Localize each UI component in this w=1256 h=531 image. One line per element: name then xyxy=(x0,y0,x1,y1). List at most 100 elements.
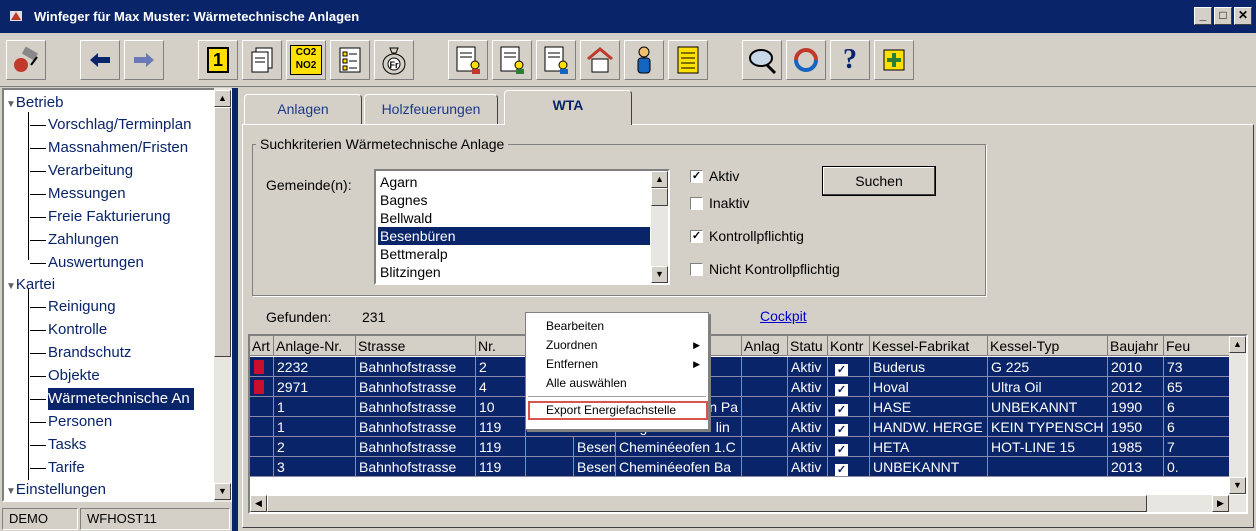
tree-item-objekte[interactable]: Objekte xyxy=(30,365,100,387)
list-item[interactable]: Bettmeralp xyxy=(378,245,650,263)
column-header-kontr[interactable]: Kontr xyxy=(828,336,870,356)
notes-icon[interactable] xyxy=(668,40,708,80)
checkbox-kontrollpflichtig[interactable]: ✓ Kontrollpflichtig xyxy=(690,228,804,244)
column-header-nr[interactable]: Nr. xyxy=(476,336,526,356)
tree-group-betrieb[interactable]: ▼Betrieb xyxy=(6,92,63,114)
close-button[interactable]: ✕ xyxy=(1234,7,1252,25)
list-item-selected[interactable]: Besenbüren xyxy=(378,227,650,245)
column-header-feu[interactable]: Feu xyxy=(1164,336,1234,356)
scroll-up-icon[interactable]: ▲ xyxy=(214,90,231,107)
money-bag-icon[interactable]: Fr xyxy=(374,40,414,80)
scroll-down-icon[interactable]: ▼ xyxy=(1229,477,1246,494)
found-label: Gefunden: xyxy=(266,309,332,325)
tree-group-kartei[interactable]: ▼Kartei xyxy=(6,274,55,296)
co2-no2-icon[interactable]: CO2 NO2 xyxy=(286,40,326,80)
column-header-baujahr[interactable]: Baujahr xyxy=(1108,336,1164,356)
checkbox-nicht-kontrollpflichtig[interactable]: Nicht Kontrollpflichtig xyxy=(690,261,840,277)
scroll-down-icon[interactable]: ▼ xyxy=(651,266,668,283)
house-icon[interactable] xyxy=(580,40,620,80)
menu-item-zuordnen[interactable]: Zuordnen ▶ xyxy=(526,336,708,355)
add-icon[interactable] xyxy=(874,40,914,80)
tree-item-freie-fakturierung[interactable]: Freie Fakturierung xyxy=(30,206,171,228)
column-header-art[interactable]: Art xyxy=(250,336,274,356)
column-header-status[interactable]: Statu xyxy=(788,336,828,356)
app-logo-icon[interactable] xyxy=(6,40,46,80)
column-header-anlag[interactable]: Anlag xyxy=(742,336,788,356)
submenu-arrow-icon: ▶ xyxy=(693,340,700,350)
tree-item-tasks[interactable]: Tasks xyxy=(30,434,86,456)
tab-wta[interactable]: WTA xyxy=(504,90,632,125)
search-button[interactable]: Suchen xyxy=(822,166,936,196)
tree-item-messungen[interactable]: Messungen xyxy=(30,183,126,205)
tree-item-reinigung[interactable]: Reinigung xyxy=(30,296,116,318)
menu-item-export-energiefachstelle[interactable]: Export Energiefachstelle xyxy=(528,401,708,420)
checkbox-aktiv[interactable]: ✓ Aktiv xyxy=(690,168,739,184)
number-one-icon[interactable]: 1 xyxy=(198,40,238,80)
person-icon[interactable] xyxy=(624,40,664,80)
table-row[interactable]: 2 Bahnhofstrasse 119 Besen Cheminéeofen … xyxy=(250,437,1240,457)
maximize-button[interactable]: □ xyxy=(1214,7,1232,25)
list-item[interactable]: Blitzingen xyxy=(378,263,650,281)
list-item[interactable]: Bellwald xyxy=(378,209,650,227)
red-status-icon xyxy=(254,380,264,394)
forward-arrow-icon[interactable] xyxy=(124,40,164,80)
scroll-thumb[interactable] xyxy=(651,188,668,206)
documents-icon[interactable] xyxy=(242,40,282,80)
kontroll-check-icon: ✓ xyxy=(835,464,848,476)
tab-anlagen[interactable]: Anlagen xyxy=(244,94,362,124)
magnifier-icon[interactable] xyxy=(742,40,782,80)
tree-item-waermetechnische-anlagen[interactable]: Wärmetechnische An xyxy=(30,388,194,410)
grid-vertical-scrollbar[interactable]: ▲ ▼ xyxy=(1229,336,1246,494)
tree-item-personen[interactable]: Personen xyxy=(30,411,112,433)
minimize-button[interactable]: _ xyxy=(1194,7,1212,25)
scroll-left-icon[interactable]: ◀ xyxy=(250,495,267,512)
grid-horizontal-scrollbar[interactable]: ◀ ▶ xyxy=(250,495,1246,512)
scroll-down-icon[interactable]: ▼ xyxy=(214,483,231,500)
column-header-kessel-typ[interactable]: Kessel-Typ xyxy=(988,336,1108,356)
tree-group-einstellungen[interactable]: ▼Einstellungen xyxy=(6,479,106,500)
menu-item-bearbeiten[interactable]: Bearbeiten xyxy=(526,317,708,336)
checkbox-icon: ✓ xyxy=(690,169,703,183)
tree-item-auswertungen[interactable]: Auswertungen xyxy=(30,252,144,274)
table-row[interactable]: 1 Bahnhofstrasse 10 eofen Pa Aktiv ✓ HAS… xyxy=(250,397,1240,417)
tab-holzfeuerungen[interactable]: Holzfeuerungen xyxy=(364,94,498,124)
document-user-3-icon[interactable] xyxy=(536,40,576,80)
table-row[interactable]: 3 Bahnhofstrasse 119 Besen Cheminéeofen … xyxy=(250,457,1240,477)
cockpit-link[interactable]: Cockpit xyxy=(760,308,807,324)
scroll-up-icon[interactable]: ▲ xyxy=(1229,336,1246,353)
column-header-kessel-fabrikat[interactable]: Kessel-Fabrikat xyxy=(870,336,988,356)
tree-item-verarbeitung[interactable]: Verarbeitung xyxy=(30,160,133,182)
table-row[interactable]: 2971 Bahnhofstrasse 4 Aktiv ✓ Hoval Ultr… xyxy=(250,377,1240,397)
column-header-anlage-nr[interactable]: Anlage-Nr. xyxy=(274,336,356,356)
help-icon[interactable]: ? xyxy=(830,40,870,80)
document-user-1-icon[interactable] xyxy=(448,40,488,80)
menu-item-entfernen[interactable]: Entfernen ▶ xyxy=(526,355,708,374)
table-row[interactable]: 2232 Bahnhofstrasse 2 Aktiv ✓ Buderus G … xyxy=(250,357,1240,377)
listbox-scrollbar[interactable]: ▲ ▼ xyxy=(651,171,668,283)
checkbox-inaktiv[interactable]: Inaktiv xyxy=(690,195,749,211)
scroll-up-icon[interactable]: ▲ xyxy=(651,171,668,188)
tree-item-vorschlag[interactable]: Vorschlag/Terminplan xyxy=(30,114,191,136)
tree-item-kontrolle[interactable]: Kontrolle xyxy=(30,319,107,341)
checklist-icon[interactable] xyxy=(330,40,370,80)
table-row[interactable]: 1 Bahnhofstrasse 119 Besen Tragofen 2.OG… xyxy=(250,417,1240,437)
gemeinde-listbox[interactable]: Agarn Bagnes Bellwald Besenbüren Bettmer… xyxy=(374,169,670,285)
list-item[interactable]: Bagnes xyxy=(378,191,650,209)
tree-item-brandschutz[interactable]: Brandschutz xyxy=(30,342,131,364)
scroll-thumb[interactable] xyxy=(267,495,1147,512)
tree-item-tarife[interactable]: Tarife xyxy=(30,457,85,479)
column-header-strasse[interactable]: Strasse xyxy=(356,336,476,356)
menu-item-alle-auswaehlen[interactable]: Alle auswählen xyxy=(526,374,708,393)
tree-item-massnahmen[interactable]: Massnahmen/Fristen xyxy=(30,137,188,159)
scroll-right-icon[interactable]: ▶ xyxy=(1212,495,1229,512)
tree-item-zahlungen[interactable]: Zahlungen xyxy=(30,229,119,251)
scroll-thumb[interactable] xyxy=(214,107,231,357)
search-criteria-label: Suchkriterien Wärmetechnische Anlage xyxy=(256,136,509,152)
back-arrow-icon[interactable] xyxy=(80,40,120,80)
results-grid[interactable]: Art Anlage-Nr. Strasse Nr. ung Anlag Sta… xyxy=(248,334,1248,514)
document-user-2-icon[interactable] xyxy=(492,40,532,80)
status-host: WFHOST11 xyxy=(80,508,230,530)
refresh-icon[interactable] xyxy=(786,40,826,80)
list-item[interactable]: Agarn xyxy=(378,173,650,191)
sidebar-scrollbar[interactable]: ▲ ▼ xyxy=(214,88,231,502)
